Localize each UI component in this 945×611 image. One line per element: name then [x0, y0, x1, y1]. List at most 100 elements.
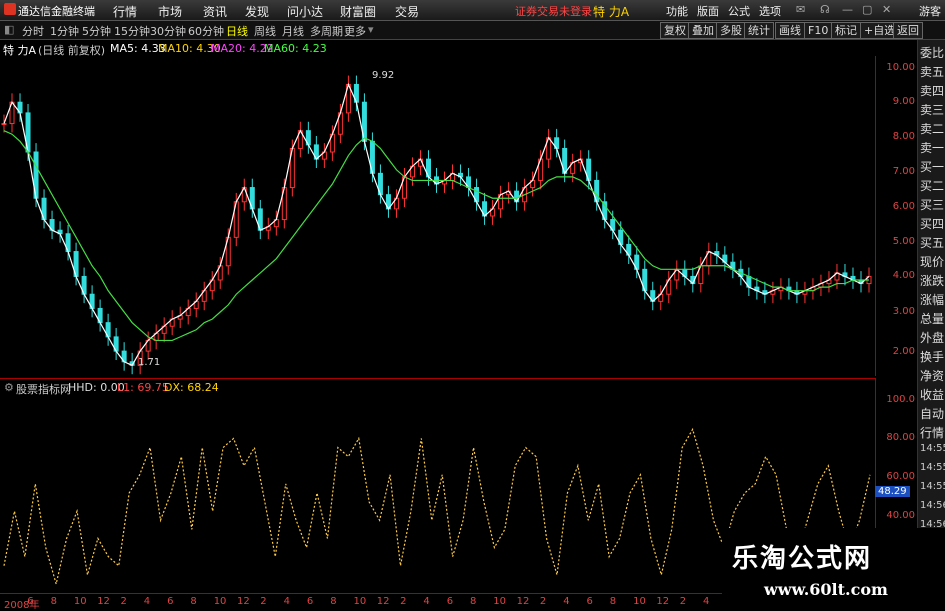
period-toolbar: ◧ 分时 1分钟 5分钟 15分钟 30分钟 60分钟 日线 周线 月线 多周期…: [0, 21, 945, 40]
menu-market[interactable]: 市场: [158, 3, 182, 20]
login-status[interactable]: 证券交易未登录: [515, 3, 592, 19]
side-panel-item[interactable]: 净资: [920, 367, 944, 384]
date-tick: 8: [609, 596, 617, 607]
period-5min[interactable]: 5分钟: [82, 23, 111, 39]
side-panel-item[interactable]: 卖四: [920, 82, 944, 99]
side-panel-item[interactable]: 买四: [920, 215, 944, 232]
high-annotation: 9.92: [372, 70, 395, 81]
price-tick: 2.00: [892, 346, 915, 357]
headset-icon[interactable]: ☊: [820, 3, 830, 16]
side-panel-item[interactable]: 买二: [920, 177, 944, 194]
overlay-button[interactable]: 叠加: [688, 22, 718, 39]
price-tick: 3.00: [892, 306, 915, 317]
ma-info-line: 特 力A (日线 前复权) MA5: 4.33 MA10: 4.30 MA20:…: [0, 40, 875, 57]
side-panel-item[interactable]: 收益: [920, 386, 944, 403]
indicator-tick: 40.00: [886, 510, 915, 521]
date-tick: 12: [376, 596, 390, 607]
side-quote-panel: 委比卖五卖四卖三卖二卖一买一买二买三买四买五现价涨跌涨幅总量外盘换手净资收益自动…: [917, 40, 945, 609]
price-tick: 8.00: [892, 131, 915, 142]
date-tick: 12: [237, 596, 250, 607]
date-tick: 8: [330, 596, 337, 607]
period-30min[interactable]: 30分钟: [150, 23, 186, 39]
date-tick: 6: [446, 596, 454, 607]
menu-layout[interactable]: 版面: [697, 3, 719, 19]
period-15min[interactable]: 15分钟: [114, 23, 150, 39]
guest-label[interactable]: 游客: [919, 3, 941, 19]
price-tick: 10.00: [886, 62, 915, 73]
menu-trade[interactable]: 交易: [395, 3, 419, 20]
side-panel-item[interactable]: 卖二: [920, 120, 944, 137]
menu-function[interactable]: 功能: [666, 3, 688, 19]
date-tick: 2: [679, 596, 687, 607]
side-panel-item[interactable]: 涨幅: [920, 291, 944, 308]
side-panel-item[interactable]: 现价: [920, 253, 944, 270]
watermark-url: www.60lt.com: [764, 580, 888, 599]
side-panel-item[interactable]: 卖五: [920, 63, 944, 80]
side-panel-item[interactable]: 买一: [920, 158, 944, 175]
side-panel-item[interactable]: 委比: [920, 44, 944, 61]
indicator-tick: 80.00: [886, 432, 915, 443]
menu-quotes[interactable]: 行情: [113, 3, 137, 20]
period-more[interactable]: 更多: [344, 23, 366, 39]
date-tick: 10: [633, 596, 646, 607]
period-intraday[interactable]: 分时: [22, 23, 44, 39]
side-panel-item[interactable]: 外盘: [920, 329, 944, 346]
menu-formula[interactable]: 公式: [728, 3, 750, 19]
period-daily[interactable]: 日线: [226, 23, 248, 39]
date-tick: 2: [260, 596, 267, 607]
price-chart[interactable]: [0, 56, 875, 376]
indicator-tick: 60.00: [886, 471, 915, 482]
date-tick: 12: [656, 596, 670, 607]
statistics-button[interactable]: 统计: [744, 22, 774, 39]
menu-news[interactable]: 资讯: [203, 3, 227, 20]
date-tick: 6: [167, 596, 174, 607]
app-logo-icon: [4, 3, 16, 15]
side-panel-item[interactable]: 行情: [920, 424, 944, 441]
side-panel-item[interactable]: 买三: [920, 196, 944, 213]
side-panel-item[interactable]: 14:56: [920, 500, 945, 511]
date-tick: 12: [97, 596, 110, 607]
back-button[interactable]: 返回: [893, 22, 923, 39]
menu-options[interactable]: 选项: [759, 3, 781, 19]
date-tick: 12: [516, 596, 530, 607]
indicator-current-value: 48.29: [875, 486, 910, 497]
close-icon[interactable]: ✕: [882, 3, 891, 16]
price-tick: 7.00: [892, 166, 915, 177]
ma60-value: MA60: 4.23: [264, 42, 327, 55]
menu-discover[interactable]: 发现: [245, 3, 269, 20]
date-tick: 10: [493, 596, 507, 607]
period-monthly[interactable]: 月线: [282, 23, 304, 39]
side-panel-item[interactable]: 自动: [920, 405, 944, 422]
f10-button[interactable]: F10: [804, 22, 833, 39]
period-60min[interactable]: 60分钟: [188, 23, 224, 39]
side-panel-item[interactable]: 14:55: [920, 462, 945, 473]
period-multi[interactable]: 多周期: [310, 23, 343, 39]
draw-line-button[interactable]: 画线: [775, 22, 805, 39]
side-panel-item[interactable]: 卖一: [920, 139, 944, 156]
price-axis: 10.00 9.00 8.00 7.00 6.00 5.00 4.00 3.00…: [875, 56, 918, 376]
side-panel-item[interactable]: 14:55: [920, 443, 945, 454]
menu-wealth[interactable]: 财富圈: [340, 3, 376, 20]
side-panel-item[interactable]: 卖三: [920, 101, 944, 118]
period-weekly[interactable]: 周线: [254, 23, 276, 39]
minimize-icon[interactable]: —: [842, 3, 853, 16]
side-panel-item[interactable]: 换手: [920, 348, 944, 365]
period-1min[interactable]: 1分钟: [50, 23, 79, 39]
panel-toggle-icon[interactable]: ◧: [4, 23, 14, 36]
mark-button[interactable]: 标记: [831, 22, 861, 39]
adjust-button[interactable]: 复权: [660, 22, 690, 39]
date-tick: 2: [120, 596, 127, 607]
message-icon[interactable]: ✉: [796, 3, 805, 16]
app-title: 通达信金融终端: [18, 5, 95, 18]
side-panel-item[interactable]: 买五: [920, 234, 944, 251]
date-tick: 6: [27, 596, 34, 607]
menu-ask[interactable]: 问小达: [287, 3, 323, 20]
side-panel-item[interactable]: 总量: [920, 310, 944, 327]
multi-stock-button[interactable]: 多股: [716, 22, 746, 39]
side-panel-item[interactable]: 涨跌: [920, 272, 944, 289]
chevron-down-icon[interactable]: ▾: [368, 23, 374, 36]
date-tick: 10: [353, 596, 367, 607]
side-panel-item[interactable]: 14:55: [920, 481, 945, 492]
maximize-icon[interactable]: ▢: [862, 3, 872, 16]
price-tick: 4.00: [892, 270, 915, 281]
